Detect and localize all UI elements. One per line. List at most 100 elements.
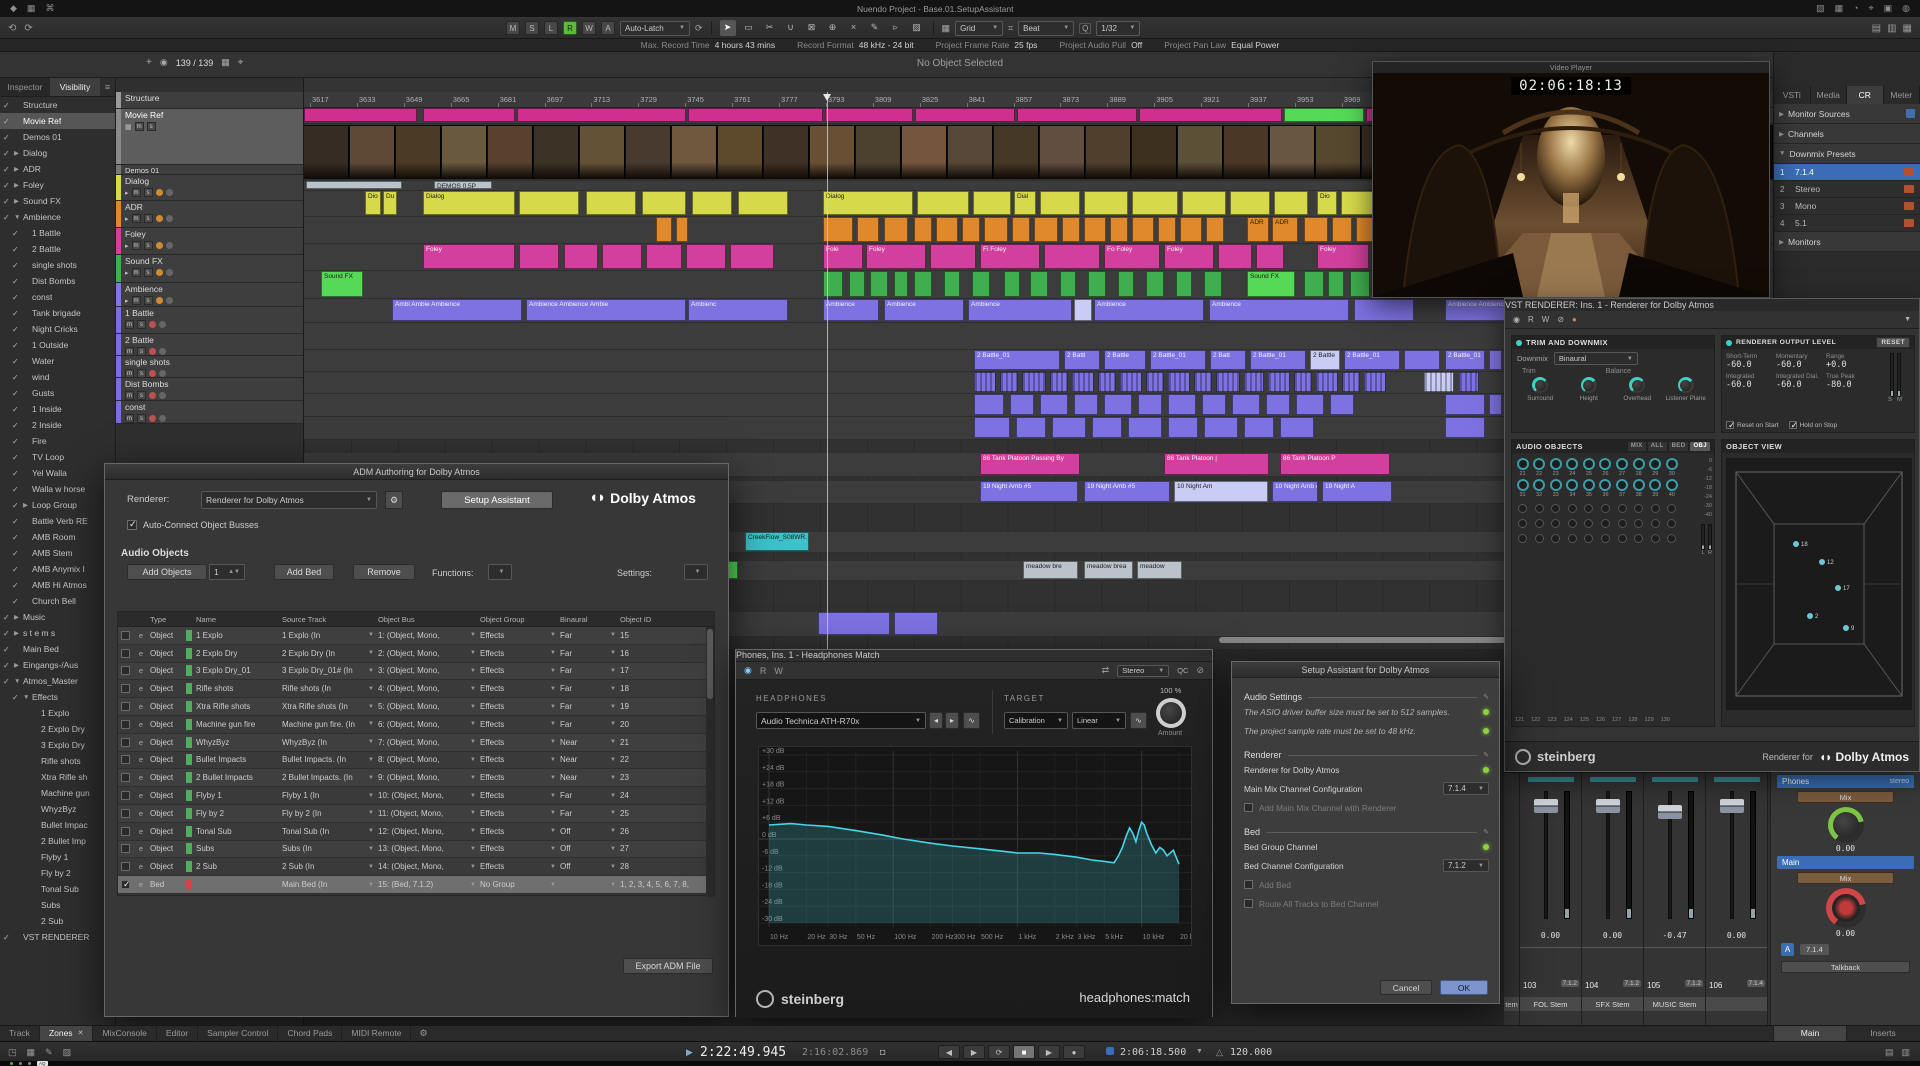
folder-icon[interactable]: ▸ xyxy=(125,242,129,250)
next-model-button[interactable]: ▸ xyxy=(945,712,959,729)
audio-clip[interactable] xyxy=(1052,417,1086,438)
phones-level-knob[interactable] xyxy=(1828,807,1864,843)
edit-icon[interactable]: e xyxy=(136,720,150,729)
object-dot[interactable] xyxy=(1518,519,1527,528)
solo-button[interactable]: s xyxy=(144,268,153,277)
bottom-tab-sampler-control[interactable]: Sampler Control xyxy=(198,1026,278,1041)
audio-clip[interactable] xyxy=(1316,372,1338,392)
audio-clip[interactable] xyxy=(1342,372,1360,392)
audio-clip[interactable]: Ambi Ambie Ambience xyxy=(392,299,522,321)
disclosure-icon[interactable]: ▼ xyxy=(14,214,23,221)
track-header[interactable]: Foley▸ms xyxy=(116,228,303,255)
downmix-preset-item[interactable]: 45.1 xyxy=(1774,215,1920,232)
audio-clip[interactable] xyxy=(1280,417,1314,438)
row-select-checkbox[interactable] xyxy=(121,720,130,729)
audio-clip[interactable]: 10 Night Amb #5 xyxy=(1272,481,1318,502)
automation-button-a[interactable]: A xyxy=(601,21,615,35)
audio-clip[interactable]: Dio xyxy=(1317,191,1337,215)
object-group-select[interactable]: Effects▼ xyxy=(480,738,560,747)
audio-clip[interactable] xyxy=(1168,372,1190,392)
add-bed-button[interactable]: Add Bed xyxy=(274,564,334,580)
previous-model-button[interactable]: ◂ xyxy=(929,712,943,729)
object-row[interactable]: eObjectWhyzByzWhyzByz (In▼7: (Object, Mo… xyxy=(118,734,714,752)
visibility-item[interactable]: ✓TV Loop xyxy=(0,449,115,465)
tab-inspector[interactable]: Inspector xyxy=(0,78,50,96)
audio-clip[interactable]: 2 Battle_01 xyxy=(1344,350,1400,370)
mixer-strip[interactable]: -0.471057.1.2MUSIC Stem xyxy=(1644,773,1706,1025)
visibility-item[interactable]: ✓Demos 01 xyxy=(0,129,115,145)
object-dot[interactable] xyxy=(1584,534,1593,543)
source-track-select[interactable]: Xtra Rifle shots (In▼ xyxy=(282,702,378,711)
renderer-settings-gear-icon[interactable]: ⚙ xyxy=(385,491,403,509)
disclosure-icon[interactable]: ▼ xyxy=(23,694,32,701)
automation-button-m[interactable]: M xyxy=(506,21,520,35)
track-header[interactable]: constms xyxy=(116,401,303,424)
audio-clip[interactable] xyxy=(1139,108,1282,122)
source-track-select[interactable]: 3 Explo Dry_01# (In▼ xyxy=(282,666,378,675)
audio-clip[interactable]: 2 Battle xyxy=(1104,350,1146,370)
tab-main[interactable]: Main xyxy=(1773,1026,1846,1042)
bottom-tab-midi-remote[interactable]: MIDI Remote xyxy=(342,1026,411,1041)
renderer-select[interactable]: Renderer for Dolby Atmos▼ xyxy=(201,491,377,509)
fader-cap[interactable] xyxy=(1658,805,1682,819)
draw-tool[interactable]: ✎ xyxy=(867,20,883,36)
source-track-select[interactable]: Bullet Impacts. (In▼ xyxy=(282,755,378,764)
edit-icon[interactable]: e xyxy=(136,773,150,782)
visibility-item[interactable]: ✓Gusts xyxy=(0,385,115,401)
audio-clip[interactable]: Ambience xyxy=(823,299,879,321)
quick-controls-label[interactable]: QC xyxy=(1177,666,1188,675)
visibility-item[interactable]: ✓Tank brigade xyxy=(0,305,115,321)
edit-icon[interactable]: e xyxy=(136,666,150,675)
mute-button[interactable]: m xyxy=(135,122,144,131)
object-bus-select[interactable]: 1: (Object, Mono,▼ xyxy=(378,631,480,640)
power-dot-icon[interactable] xyxy=(1516,340,1522,346)
mute-button[interactable]: m xyxy=(132,214,141,223)
track-header[interactable]: Movie Ref▦ms xyxy=(116,109,303,165)
go-next-marker-icon[interactable]: ▶ xyxy=(963,1045,985,1059)
audio-clip[interactable] xyxy=(1084,191,1128,215)
tab-visibility[interactable]: Visibility xyxy=(50,78,100,96)
fader-cap[interactable] xyxy=(1596,799,1620,813)
layout-window-icon[interactable]: ▦ xyxy=(1903,23,1912,34)
track-header[interactable]: Sound FX▸ms xyxy=(116,255,303,283)
audio-clip[interactable] xyxy=(973,191,1011,215)
audio-clip[interactable]: 2 Battle_01 xyxy=(1150,350,1206,370)
audio-clip[interactable]: Sound FX xyxy=(1247,271,1295,297)
audio-clip[interactable] xyxy=(642,191,686,215)
visibility-item[interactable]: ✓Main Bed xyxy=(0,641,115,657)
visibility-item[interactable]: ✓▼Atmos_Master xyxy=(0,673,115,689)
visibility-item[interactable]: ✓Walla w horse xyxy=(0,481,115,497)
object-dot[interactable] xyxy=(1568,519,1577,528)
audio-clip[interactable]: 2 Battl xyxy=(1064,350,1100,370)
folder-icon[interactable]: ▸ xyxy=(125,189,129,197)
visibility-item[interactable]: Xtra Rifle sh xyxy=(0,769,115,785)
audio-clip[interactable] xyxy=(1296,394,1324,415)
bottom-tab-chord-pads[interactable]: Chord Pads xyxy=(278,1026,342,1041)
audio-clip[interactable] xyxy=(1354,299,1414,321)
visibility-item[interactable]: Subs xyxy=(0,897,115,913)
vst-renderer-window[interactable]: VST RENDERER: Ins. 1 - Renderer for Dolb… xyxy=(1504,298,1920,772)
source-track-select[interactable]: Subs (In▼ xyxy=(282,844,378,853)
audio-clip[interactable] xyxy=(519,191,579,215)
redo-icon[interactable]: ⟳ xyxy=(24,23,32,34)
object-dot[interactable] xyxy=(1535,504,1544,513)
section-row-channels[interactable]: ▶Channels xyxy=(1774,124,1920,144)
audio-clip[interactable]: Foley xyxy=(1317,244,1369,269)
source-track-select[interactable]: Machine gun fire. (In▼ xyxy=(282,720,378,729)
record-enable-icon[interactable] xyxy=(149,370,156,377)
audio-clip[interactable] xyxy=(1132,217,1154,242)
audio-clip[interactable] xyxy=(1060,271,1076,297)
play-icon[interactable]: ▶ xyxy=(1038,1045,1060,1059)
audio-clip[interactable] xyxy=(1030,271,1048,297)
read-icon[interactable]: R xyxy=(1528,315,1534,324)
audio-clip[interactable] xyxy=(1040,394,1068,415)
hold-on-stop-checkbox[interactable] xyxy=(1789,421,1797,429)
audio-clip[interactable]: 2 Battle_01 xyxy=(1445,350,1485,370)
object-knob[interactable]: 36 xyxy=(1599,479,1612,498)
object-dot[interactable] xyxy=(1667,519,1676,528)
zoom-tool[interactable]: ⊕ xyxy=(825,20,841,36)
object-row[interactable]: eObjectBullet ImpactsBullet Impacts. (In… xyxy=(118,752,714,770)
audio-clip[interactable]: ADR xyxy=(1247,217,1269,242)
source-track-select[interactable]: Fly by 2 (In▼ xyxy=(282,809,378,818)
track-header[interactable]: Demos 01 xyxy=(116,165,303,175)
